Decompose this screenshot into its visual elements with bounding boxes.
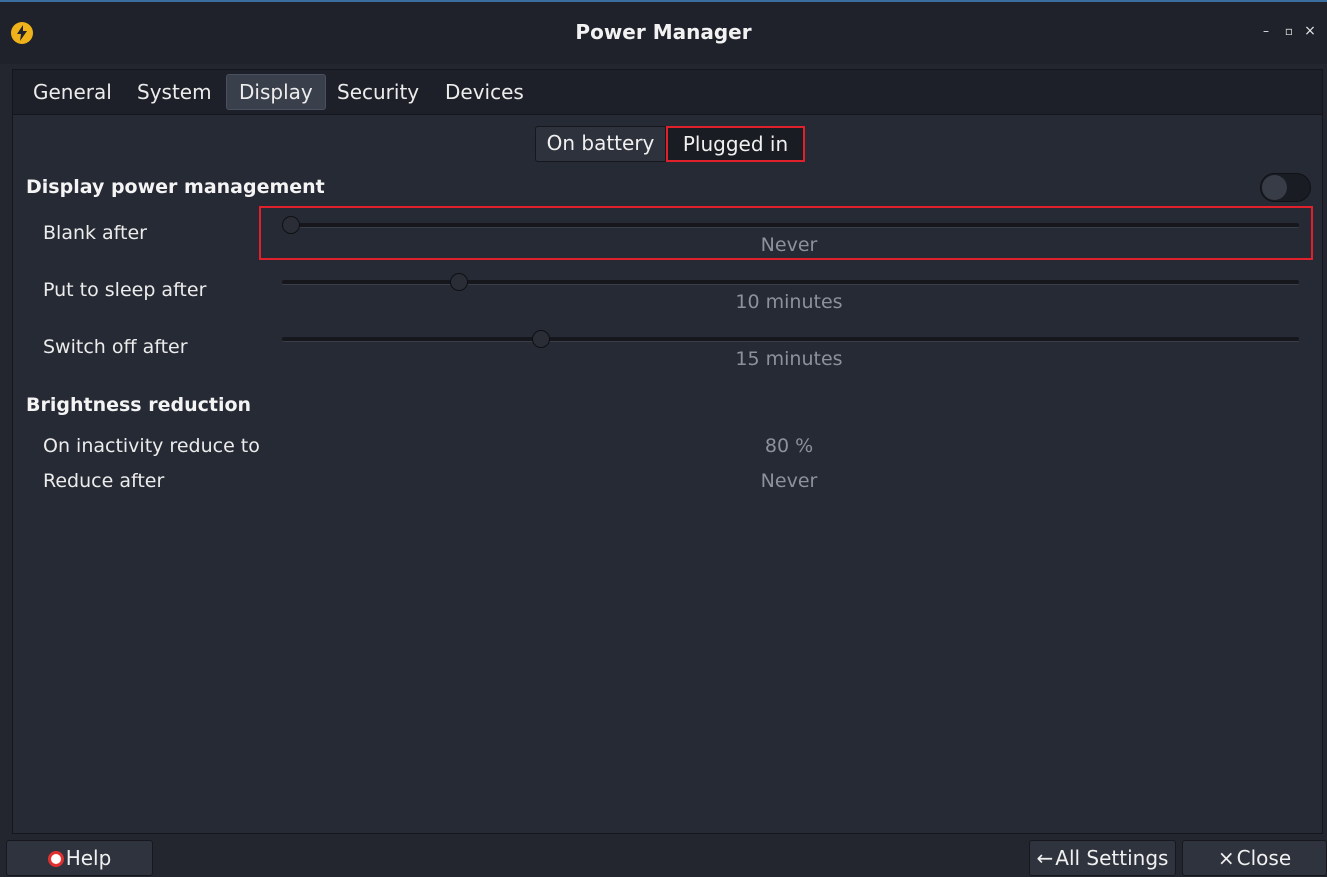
- switch-off-after-value: 15 minutes: [735, 348, 843, 370]
- button-bar: Help ← All Settings × Close: [0, 834, 1327, 877]
- blank-after-slider[interactable]: [282, 223, 1299, 228]
- title-bar: Power Manager – ▫ ×: [0, 0, 1327, 64]
- tab-bar: General System Display Security Devices: [13, 70, 1322, 115]
- maximize-icon[interactable]: ▫: [1282, 24, 1296, 38]
- tab-system[interactable]: System: [125, 74, 224, 110]
- blank-after-slider-handle[interactable]: [282, 216, 300, 234]
- tab-security[interactable]: Security: [325, 74, 431, 110]
- brightness-reduction-title: Brightness reduction: [26, 394, 252, 416]
- help-icon: [47, 851, 64, 867]
- help-button-label: Help: [65, 846, 112, 870]
- sleep-after-label: Put to sleep after: [43, 279, 207, 301]
- on-battery-button[interactable]: On battery: [535, 126, 666, 162]
- tab-devices[interactable]: Devices: [433, 74, 536, 110]
- minimize-icon[interactable]: –: [1259, 24, 1273, 38]
- all-settings-label: All Settings: [1055, 846, 1169, 870]
- switch-off-after-label: Switch off after: [43, 336, 188, 358]
- arrow-left-icon: ←: [1036, 846, 1054, 870]
- reduce-after-value: Never: [760, 470, 818, 492]
- sleep-after-slider-handle[interactable]: [449, 273, 468, 291]
- blank-after-label: Blank after: [43, 222, 147, 244]
- switch-off-after-slider[interactable]: [282, 337, 1299, 342]
- reduce-after-label: Reduce after: [43, 470, 165, 492]
- on-inactivity-value: 80 %: [764, 435, 814, 457]
- sleep-after-value: 10 minutes: [735, 291, 843, 313]
- display-power-management-toggle[interactable]: [1260, 173, 1311, 202]
- display-power-management-title: Display power management: [26, 176, 325, 198]
- blank-after-value: Never: [760, 234, 818, 256]
- help-button[interactable]: Help: [6, 840, 153, 876]
- all-settings-button[interactable]: ← All Settings: [1029, 840, 1176, 876]
- switch-off-after-slider-handle[interactable]: [531, 330, 550, 348]
- close-button-label: Close: [1236, 846, 1292, 870]
- window-title: Power Manager: [575, 20, 752, 44]
- settings-notebook: General System Display Security Devices …: [12, 69, 1323, 834]
- on-inactivity-label: On inactivity reduce to: [43, 435, 260, 457]
- tab-general[interactable]: General: [21, 74, 124, 110]
- close-icon: ×: [1217, 846, 1235, 870]
- toggle-knob: [1262, 175, 1287, 200]
- tab-display[interactable]: Display: [226, 74, 326, 110]
- close-window-icon[interactable]: ×: [1303, 24, 1317, 38]
- close-button[interactable]: × Close: [1182, 840, 1327, 876]
- sleep-after-slider[interactable]: [282, 280, 1299, 285]
- plugged-in-button[interactable]: Plugged in: [666, 126, 805, 162]
